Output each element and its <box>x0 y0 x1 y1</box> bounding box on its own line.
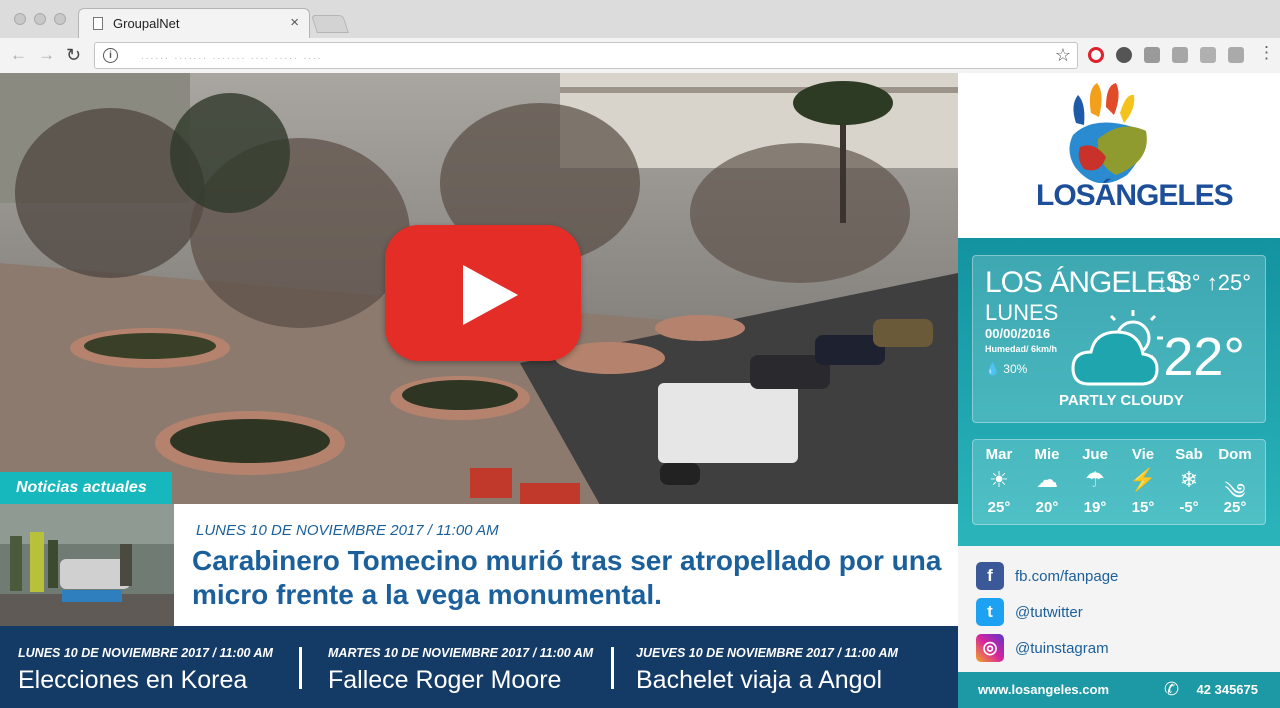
weather-condition: PARTLY CLOUDY <box>1059 392 1184 409</box>
drive-icon[interactable] <box>1200 47 1216 63</box>
forecast-day: Mie ☁ 20° <box>1025 446 1069 516</box>
side-panel: LOSÁNGELES LOS ÁNGELES ↓18° ↑25° LUNES 0… <box>958 73 1280 708</box>
navigation-bar: ← → ↻ i ...... ....... ....... .... ....… <box>0 38 1280 73</box>
twitter-icon: t <box>976 598 1004 626</box>
weather-min-max: ↓18° ↑25° <box>1156 270 1251 296</box>
wind-icon: ༄ <box>1224 479 1246 504</box>
tab-title: GroupalNet <box>113 16 180 31</box>
forecast-day-name: Mie <box>1034 446 1060 463</box>
facebook-label: fb.com/fanpage <box>1015 568 1119 585</box>
ticker-item-title: Bachelet viaja a Angol <box>636 666 883 694</box>
instagram-icon: ◎ <box>976 634 1004 662</box>
document-icon <box>93 17 103 30</box>
website-link[interactable]: www.losangeles.com <box>978 682 1109 697</box>
twitter-link[interactable]: t @tutwitter <box>976 596 1236 628</box>
forecast-day: Mar ☀ 25° <box>977 446 1021 516</box>
forecast-day-temp: 19° <box>1083 499 1107 516</box>
news-image <box>0 504 174 626</box>
bookmark-star-icon[interactable]: ☆ <box>1055 45 1071 66</box>
weather-current-temp: 22° <box>1163 327 1245 387</box>
news-ticker: LUNES 10 DE NOVIEMBRE 2017 / 11:00 AM El… <box>0 626 958 708</box>
close-window-button[interactable] <box>14 13 26 25</box>
ticker-divider <box>611 647 614 689</box>
current-weather-card: LOS ÁNGELES ↓18° ↑25° LUNES 00/00/2016 H… <box>972 255 1266 423</box>
twitter-label: @tutwitter <box>1015 604 1083 621</box>
reload-icon[interactable]: ↻ <box>66 45 81 66</box>
weather-rain: 💧 30% <box>985 362 1027 376</box>
browser-chrome: GroupalNet × ← → ↻ i ...... ....... ....… <box>0 0 1280 73</box>
forecast-day-temp: -5° <box>1179 499 1199 516</box>
forecast-day-name: Dom <box>1218 446 1252 463</box>
forecast-day-temp: 20° <box>1035 499 1059 516</box>
weather-date: 00/00/2016 <box>985 326 1051 341</box>
instagram-link[interactable]: ◎ @tuinstagram <box>976 632 1236 664</box>
featured-news-date: LUNES 10 DE NOVIEMBRE 2017 / 11:00 AM <box>196 522 499 539</box>
new-tab-button[interactable] <box>311 15 349 33</box>
instagram-label: @tuinstagram <box>1015 640 1109 657</box>
forecast-day-name: Sab <box>1175 446 1203 463</box>
featured-news[interactable]: LUNES 10 DE NOVIEMBRE 2017 / 11:00 AM Ca… <box>174 504 958 626</box>
forecast-day: Jue ☂ 19° <box>1073 446 1117 516</box>
weather-high: ↑25° <box>1206 270 1251 295</box>
ticker-item-date: MARTES 10 DE NOVIEMBRE 2017 / 11:00 AM <box>328 646 594 660</box>
menu-icon[interactable]: ⋮ <box>1258 43 1275 63</box>
video-player[interactable] <box>0 73 958 505</box>
back-icon[interactable]: ← <box>10 45 27 65</box>
grammarly-icon[interactable] <box>1172 47 1188 63</box>
forecast-day-temp: 25° <box>1223 499 1247 516</box>
facebook-link[interactable]: f fb.com/fanpage <box>976 560 1236 592</box>
weather-forecast: Mar ☀ 25° Mie ☁ 20° Jue ☂ 19° Vie ⚡ 15° … <box>972 439 1266 525</box>
news-thumbnail[interactable] <box>0 504 174 626</box>
opera-icon[interactable] <box>1088 47 1104 63</box>
info-icon[interactable]: i <box>103 48 118 63</box>
rain-value: 30% <box>1003 362 1028 376</box>
forecast-day-name: Vie <box>1131 446 1155 463</box>
url-text: ...... ....... ....... .... ..... .... <box>141 51 323 62</box>
ticker-item-date: LUNES 10 DE NOVIEMBRE 2017 / 11:00 AM <box>18 646 273 660</box>
camera-icon[interactable] <box>1144 47 1160 63</box>
forecast-day: Sab ❄ -5° <box>1167 446 1211 516</box>
drop-icon: 💧 <box>985 362 1000 376</box>
footer: www.losangeles.com ✆ 42 345675 <box>958 672 1280 708</box>
forecast-day-temp: 15° <box>1131 499 1155 516</box>
maximize-window-button[interactable] <box>54 13 66 25</box>
vpn-icon[interactable] <box>1116 47 1132 63</box>
rain-icon: ☂ <box>1085 467 1105 492</box>
logo-text: LOSÁNGELES <box>1036 179 1234 212</box>
layout-icon[interactable] <box>1228 47 1244 63</box>
phone-number[interactable]: 42 345675 <box>1197 682 1258 697</box>
tab-close-button[interactable]: × <box>290 14 299 31</box>
weather-low: ↓18° <box>1156 270 1201 295</box>
minimize-window-button[interactable] <box>34 13 46 25</box>
ticker-item-title: Elecciones en Korea <box>18 666 248 694</box>
thunder-icon: ⚡ <box>1129 467 1157 492</box>
weather-widget: LOS ÁNGELES ↓18° ↑25° LUNES 00/00/2016 H… <box>958 238 1280 546</box>
forecast-day: Vie ⚡ 15° <box>1121 446 1165 516</box>
youtube-play-button[interactable] <box>385 225 581 361</box>
facebook-icon: f <box>976 562 1004 590</box>
ticker-divider <box>299 647 302 689</box>
logo[interactable]: LOSÁNGELES <box>958 73 1280 238</box>
browser-tab[interactable]: GroupalNet × <box>78 8 310 38</box>
forecast-day-name: Jue <box>1082 446 1108 463</box>
sun-icon: ☀ <box>989 467 1009 492</box>
ticker-item-title: Fallece Roger Moore <box>328 666 562 694</box>
social-links: f fb.com/fanpage t @tutwitter ◎ @tuinsta… <box>958 546 1280 672</box>
weather-city: LOS ÁNGELES <box>985 266 1185 299</box>
weather-humidity: Humedad/ 6km/h <box>985 344 1058 354</box>
address-bar[interactable]: i ...... ....... ....... .... ..... ....… <box>94 42 1078 69</box>
forecast-day: Dom ༄ 25° <box>1213 446 1257 516</box>
forecast-day-temp: 25° <box>987 499 1011 516</box>
cloud-icon: ☁ <box>1036 467 1058 492</box>
weather-day: LUNES <box>985 300 1059 325</box>
news-section-label: Noticias actuales <box>0 472 172 504</box>
forecast-day-name: Mar <box>985 446 1013 463</box>
featured-news-title[interactable]: Carabinero Tomecino murió tras ser atrop… <box>192 544 952 612</box>
phone-icon: ✆ <box>1164 679 1180 699</box>
partly-cloudy-icon <box>1071 310 1163 386</box>
ticker-item-date: JUEVES 10 DE NOVIEMBRE 2017 / 11:00 AM <box>636 646 898 660</box>
hand-logo-icon <box>1069 83 1147 183</box>
forward-icon[interactable]: → <box>38 45 55 65</box>
snow-icon: ❄ <box>1179 467 1199 492</box>
